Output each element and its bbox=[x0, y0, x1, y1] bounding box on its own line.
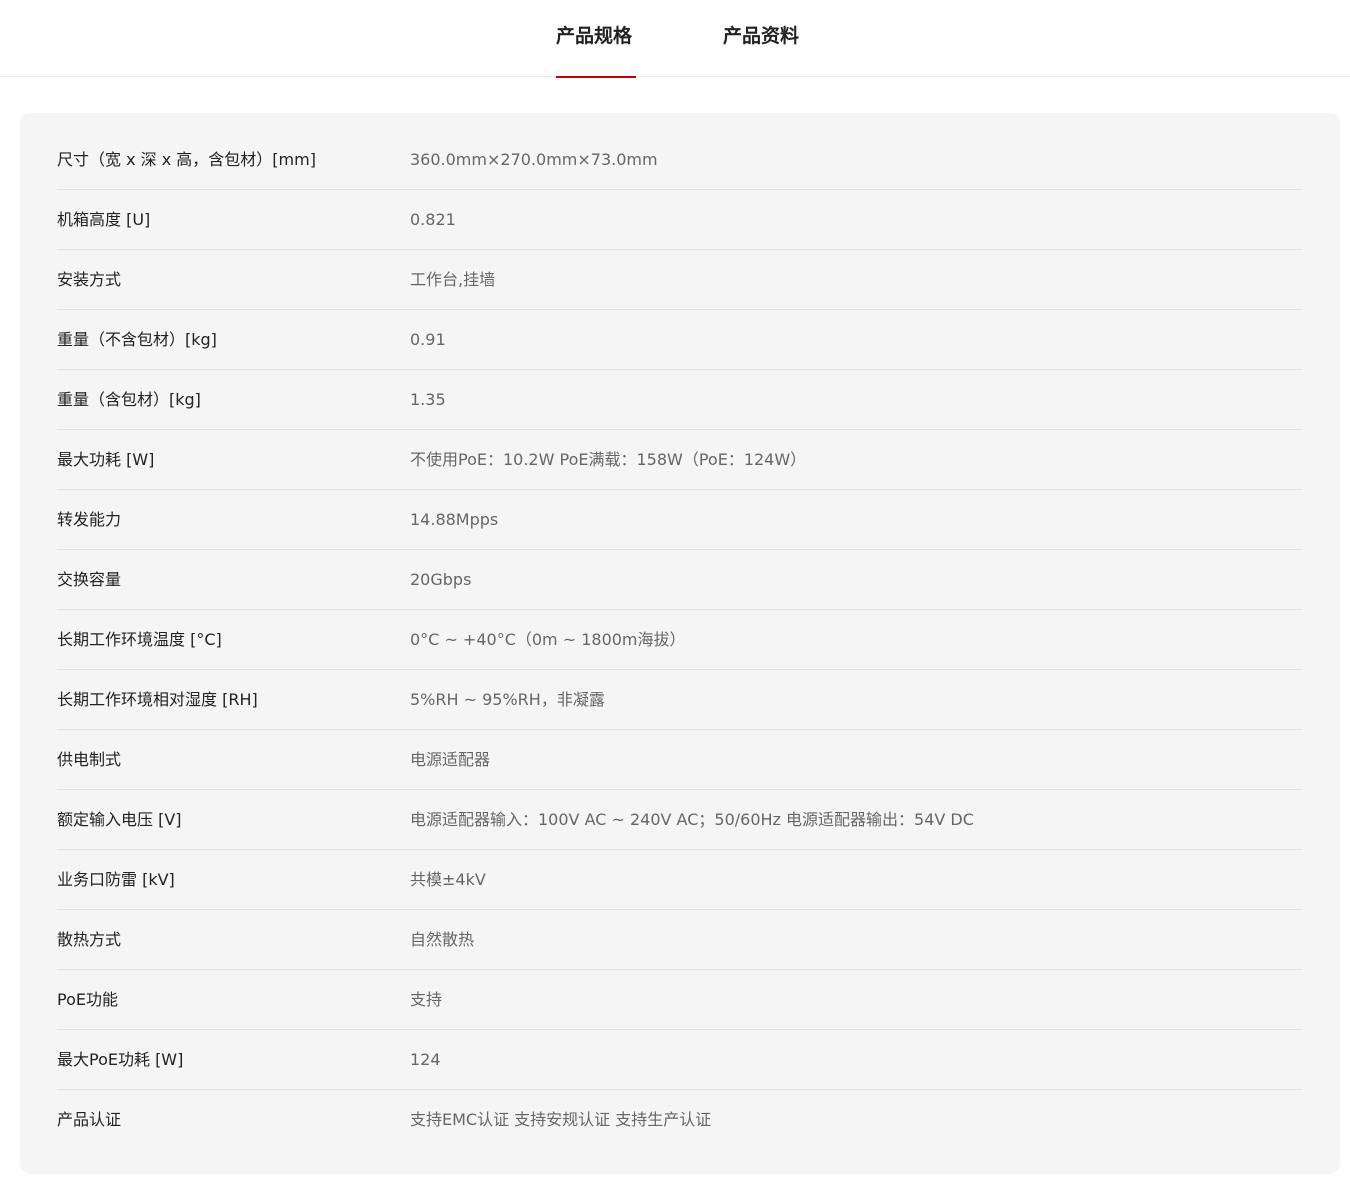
spec-row: 机箱高度 [U] 0.821 bbox=[57, 190, 1302, 250]
spec-row: 最大功耗 [W] 不使用PoE：10.2W PoE满载：158W（PoE：124… bbox=[57, 430, 1302, 490]
spec-value: 20Gbps bbox=[410, 570, 472, 589]
spec-row: 交换容量 20Gbps bbox=[57, 550, 1302, 610]
spec-label: 尺寸（宽 x 深 x 高，含包材）[mm] bbox=[57, 150, 316, 169]
spec-row: 转发能力 14.88Mpps bbox=[57, 490, 1302, 550]
spec-label: 散热方式 bbox=[57, 930, 122, 949]
spec-value: 5%RH ~ 95%RH，非凝露 bbox=[410, 690, 605, 709]
spec-value: 自然散热 bbox=[410, 930, 475, 949]
spec-label: 转发能力 bbox=[57, 510, 122, 529]
spec-row: 长期工作环境温度 [°C] 0°C ~ +40°C（0m ~ 1800m海拔） bbox=[57, 610, 1302, 670]
spec-row: 最大PoE功耗 [W] 124 bbox=[57, 1030, 1302, 1090]
spec-value: 电源适配器 bbox=[410, 750, 491, 769]
spec-value: 不使用PoE：10.2W PoE满载：158W（PoE：124W） bbox=[410, 450, 807, 469]
spec-card: 尺寸（宽 x 深 x 高，含包材）[mm] 360.0mm×270.0mm×73… bbox=[20, 113, 1340, 1174]
spec-label: 最大功耗 [W] bbox=[57, 450, 155, 469]
tab-product-specs[interactable]: 产品规格 bbox=[556, 0, 636, 78]
spec-value: 支持 bbox=[410, 990, 443, 1009]
spec-label: 额定输入电压 [V] bbox=[57, 810, 182, 829]
spec-row: 安装方式 工作台,挂墙 bbox=[57, 250, 1302, 310]
spec-label: 产品认证 bbox=[57, 1110, 122, 1129]
spec-value: 0.91 bbox=[410, 330, 446, 349]
spec-label: 长期工作环境相对湿度 [RH] bbox=[57, 690, 258, 709]
spec-label: 重量（不含包材）[kg] bbox=[57, 330, 217, 349]
spec-table: 尺寸（宽 x 深 x 高，含包材）[mm] 360.0mm×270.0mm×73… bbox=[57, 130, 1302, 1150]
spec-value: 工作台,挂墙 bbox=[410, 270, 496, 289]
spec-value: 支持EMC认证 支持安规认证 支持生产认证 bbox=[410, 1110, 712, 1129]
spec-value: 360.0mm×270.0mm×73.0mm bbox=[410, 150, 658, 169]
spec-label: 交换容量 bbox=[57, 570, 122, 589]
spec-row: 散热方式 自然散热 bbox=[57, 910, 1302, 970]
spec-label: 机箱高度 [U] bbox=[57, 210, 151, 229]
spec-value: 共模±4kV bbox=[410, 870, 486, 889]
spec-value: 14.88Mpps bbox=[410, 510, 499, 529]
spec-value: 0°C ~ +40°C（0m ~ 1800m海拔） bbox=[410, 630, 686, 649]
spec-value: 电源适配器输入：100V AC ~ 240V AC；50/60Hz 电源适配器输… bbox=[410, 810, 974, 829]
spec-row: 重量（不含包材）[kg] 0.91 bbox=[57, 310, 1302, 370]
spec-row: 尺寸（宽 x 深 x 高，含包材）[mm] 360.0mm×270.0mm×73… bbox=[57, 130, 1302, 190]
spec-label: 安装方式 bbox=[57, 270, 122, 289]
tab-product-docs[interactable]: 产品资料 bbox=[723, 0, 803, 77]
spec-value: 1.35 bbox=[410, 390, 446, 409]
spec-row: 产品认证 支持EMC认证 支持安规认证 支持生产认证 bbox=[57, 1090, 1302, 1150]
spec-row: 长期工作环境相对湿度 [RH] 5%RH ~ 95%RH，非凝露 bbox=[57, 670, 1302, 730]
spec-row: 供电制式 电源适配器 bbox=[57, 730, 1302, 790]
spec-label: 供电制式 bbox=[57, 750, 122, 769]
spec-row: 额定输入电压 [V] 电源适配器输入：100V AC ~ 240V AC；50/… bbox=[57, 790, 1302, 850]
spec-row: 重量（含包材）[kg] 1.35 bbox=[57, 370, 1302, 430]
spec-value: 0.821 bbox=[410, 210, 456, 229]
spec-row: PoE功能 支持 bbox=[57, 970, 1302, 1030]
spec-label: 最大PoE功耗 [W] bbox=[57, 1050, 184, 1069]
spec-label: 重量（含包材）[kg] bbox=[57, 390, 201, 409]
spec-label: PoE功能 bbox=[57, 990, 118, 1009]
spec-row: 业务口防雷 [kV] 共模±4kV bbox=[57, 850, 1302, 910]
spec-value: 124 bbox=[410, 1050, 441, 1069]
tab-bar: 产品规格 产品资料 bbox=[0, 0, 1350, 78]
spec-label: 业务口防雷 [kV] bbox=[57, 870, 175, 889]
spec-label: 长期工作环境温度 [°C] bbox=[57, 630, 222, 649]
